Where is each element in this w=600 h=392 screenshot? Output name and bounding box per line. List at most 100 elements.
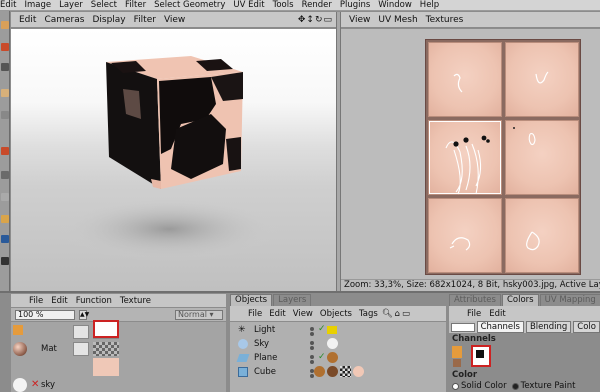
- material-name-mat[interactable]: Mat: [41, 344, 57, 354]
- menu-select[interactable]: Select: [91, 0, 117, 10]
- layer-thumb-checker[interactable]: [93, 342, 119, 356]
- new-view-icon[interactable]: ▭: [402, 309, 410, 319]
- viewport-menu-edit[interactable]: Edit: [19, 15, 36, 25]
- uv-menu-uv-mesh[interactable]: UV Mesh: [378, 15, 417, 25]
- uv-editor-canvas[interactable]: [341, 29, 600, 279]
- objects-menu-objects[interactable]: Objects: [320, 309, 352, 319]
- search-icon[interactable]: 🔍︎: [382, 309, 393, 319]
- material-tag-icon[interactable]: [314, 366, 325, 377]
- smudge-tool-icon[interactable]: [1, 89, 9, 97]
- tab-attributes[interactable]: Attributes: [449, 294, 501, 306]
- material-tag-icon[interactable]: [353, 366, 364, 377]
- active-layer-thumb[interactable]: [93, 320, 119, 338]
- uv-status-bar: Zoom: 33,3%, Size: 682x1024, 8 Bit, hsky…: [341, 279, 600, 291]
- 3d-viewport[interactable]: [11, 29, 336, 291]
- material-menu-file[interactable]: File: [29, 296, 43, 306]
- objects-menu-edit[interactable]: Edit: [269, 309, 285, 319]
- subtab-color[interactable]: Colo: [573, 321, 600, 333]
- paint-tool-icon[interactable]: [1, 43, 9, 51]
- visibility-dot[interactable]: [310, 341, 314, 345]
- menu-render[interactable]: Render: [302, 0, 332, 10]
- move-icon[interactable]: ✥: [298, 15, 306, 25]
- menu-plugins[interactable]: Plugins: [340, 0, 370, 10]
- viewport-menu-view[interactable]: View: [164, 15, 185, 25]
- uvw-tag-icon[interactable]: [340, 366, 351, 377]
- material-preview-sky[interactable]: [13, 378, 27, 392]
- menu-select-geometry[interactable]: Select Geometry: [154, 0, 225, 10]
- radio-texture-paint[interactable]: [511, 382, 519, 390]
- tab-layers[interactable]: Layers: [273, 294, 312, 306]
- menu-uv-edit[interactable]: UV Edit: [233, 0, 264, 10]
- lasso-tool-icon[interactable]: [1, 193, 9, 201]
- visibility-dot[interactable]: [310, 360, 314, 364]
- fill-tool-icon[interactable]: [1, 147, 9, 155]
- radio-solid-color[interactable]: [452, 382, 459, 390]
- material-tag-icon[interactable]: [327, 366, 338, 377]
- menu-window[interactable]: Window: [378, 0, 412, 10]
- uv-menu-textures[interactable]: Textures: [426, 15, 464, 25]
- material-list[interactable]: Mat ✕ sky: [11, 320, 226, 392]
- eraser-tool-icon[interactable]: [1, 63, 9, 71]
- viewport-menu-cameras[interactable]: Cameras: [44, 15, 84, 25]
- blend-mode-dropdown[interactable]: Normal ▾: [175, 309, 223, 320]
- uv-menu-view[interactable]: View: [349, 15, 370, 25]
- text-tool-icon[interactable]: [1, 215, 9, 223]
- menu-tools[interactable]: Tools: [273, 0, 294, 10]
- tab-objects[interactable]: Objects: [230, 294, 273, 306]
- tab-uv-mapping[interactable]: UV Mapping: [539, 294, 600, 306]
- object-row-sky[interactable]: Sky: [230, 338, 446, 351]
- color-swatch-field[interactable]: [451, 322, 475, 332]
- subtab-channels[interactable]: Channels: [476, 321, 524, 333]
- brush-tool-icon[interactable]: [1, 21, 9, 29]
- visibility-icon[interactable]: [73, 342, 89, 356]
- tag-icon[interactable]: [327, 326, 337, 334]
- menu-edit[interactable]: Edit: [0, 0, 16, 10]
- objects-menu-view[interactable]: View: [293, 309, 313, 319]
- menu-image[interactable]: Image: [24, 0, 51, 10]
- object-row-plane[interactable]: Plane ✓: [230, 352, 446, 365]
- color-swatch-icon[interactable]: [1, 257, 9, 265]
- subtab-blending[interactable]: Blending: [525, 321, 572, 333]
- layer-thumb-skin[interactable]: [93, 358, 119, 376]
- zoom-field[interactable]: 100 %: [15, 309, 75, 320]
- home-icon[interactable]: ⌂: [395, 309, 400, 319]
- visibility-dot[interactable]: [310, 374, 314, 378]
- menu-filter[interactable]: Filter: [125, 0, 146, 10]
- clone-tool-icon[interactable]: [1, 111, 9, 119]
- material-menu-function[interactable]: Function: [76, 296, 112, 306]
- material-tag-icon[interactable]: [327, 352, 338, 363]
- objects-menu-tags[interactable]: Tags: [359, 309, 378, 319]
- material-tag-icon[interactable]: [327, 338, 338, 349]
- check-icon[interactable]: ✓: [318, 352, 326, 362]
- objects-menu-file[interactable]: File: [248, 309, 262, 319]
- material-menu-edit[interactable]: Edit: [51, 296, 67, 306]
- attributes-menu-file[interactable]: File: [467, 309, 481, 319]
- tab-colors[interactable]: Colors: [501, 294, 539, 306]
- object-row-cube[interactable]: Cube: [230, 366, 446, 379]
- visibility-dot[interactable]: [310, 355, 314, 359]
- selection-tool-icon[interactable]: [1, 171, 9, 179]
- object-row-light[interactable]: ✳ Light ✓: [230, 324, 446, 337]
- maximize-icon[interactable]: ▭: [323, 15, 332, 25]
- zoom-icon[interactable]: ↕: [306, 15, 314, 25]
- material-menu-texture[interactable]: Texture: [120, 296, 151, 306]
- visibility-dot[interactable]: [310, 332, 314, 336]
- attributes-menu-edit[interactable]: Edit: [489, 309, 505, 319]
- menu-layer[interactable]: Layer: [59, 0, 83, 10]
- visibility-icon[interactable]: [73, 325, 89, 339]
- material-preview-mat[interactable]: [13, 342, 27, 356]
- channel-icon[interactable]: [452, 346, 462, 358]
- rotate-icon[interactable]: ↻: [315, 15, 323, 25]
- object-manager-list[interactable]: ✳ Light ✓ Sky Plane ✓ Cube: [230, 322, 446, 392]
- viewport-menu-display[interactable]: Display: [92, 15, 125, 25]
- zoom-stepper[interactable]: ▲▼: [79, 309, 89, 320]
- viewport-menu-filter[interactable]: Filter: [134, 15, 156, 25]
- menu-help[interactable]: Help: [420, 0, 439, 10]
- eyedropper-tool-icon[interactable]: [1, 235, 9, 243]
- material-name-sky[interactable]: sky: [41, 380, 55, 390]
- active-channel-thumb[interactable]: [471, 345, 491, 367]
- check-icon[interactable]: ✓: [318, 324, 326, 334]
- visibility-dot[interactable]: [310, 327, 314, 331]
- channel-icon[interactable]: [453, 359, 461, 367]
- visibility-dot[interactable]: [310, 346, 314, 350]
